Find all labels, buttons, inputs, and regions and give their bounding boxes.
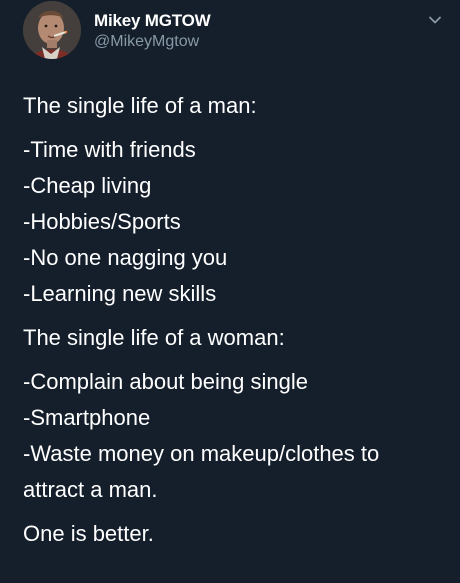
man-item-2: -Cheap living bbox=[23, 173, 152, 198]
chevron-down-icon-graphic bbox=[429, 16, 441, 24]
avatar-image bbox=[23, 1, 81, 59]
man-item-1: -Time with friends bbox=[23, 137, 196, 162]
man-item-4: -No one nagging you bbox=[23, 245, 228, 270]
display-name[interactable]: Mikey MGTOW bbox=[94, 11, 211, 31]
man-heading: The single life of a man: bbox=[23, 93, 257, 118]
tweet-header: Mikey MGTOW @MikeyMgtow bbox=[23, 0, 443, 62]
man-item-5: -Learning new skills bbox=[23, 281, 217, 306]
tweet-text: The single life of a man: -Time with fri… bbox=[23, 88, 443, 552]
woman-item-2: -Smartphone bbox=[23, 405, 151, 430]
user-handle[interactable]: @MikeyMgtow bbox=[94, 33, 199, 51]
woman-item-3: -Waste money on makeup/clothes to attrac… bbox=[23, 441, 380, 502]
tweet-card: Mikey MGTOW @MikeyMgtow The single life … bbox=[0, 0, 460, 583]
closing-line: One is better. bbox=[23, 521, 154, 546]
woman-heading: The single life of a woman: bbox=[23, 325, 285, 350]
woman-item-1: -Complain about being single bbox=[23, 369, 308, 394]
avatar[interactable] bbox=[23, 1, 81, 59]
man-item-3: -Hobbies/Sports bbox=[23, 209, 181, 234]
chevron-down-icon[interactable] bbox=[427, 12, 443, 28]
